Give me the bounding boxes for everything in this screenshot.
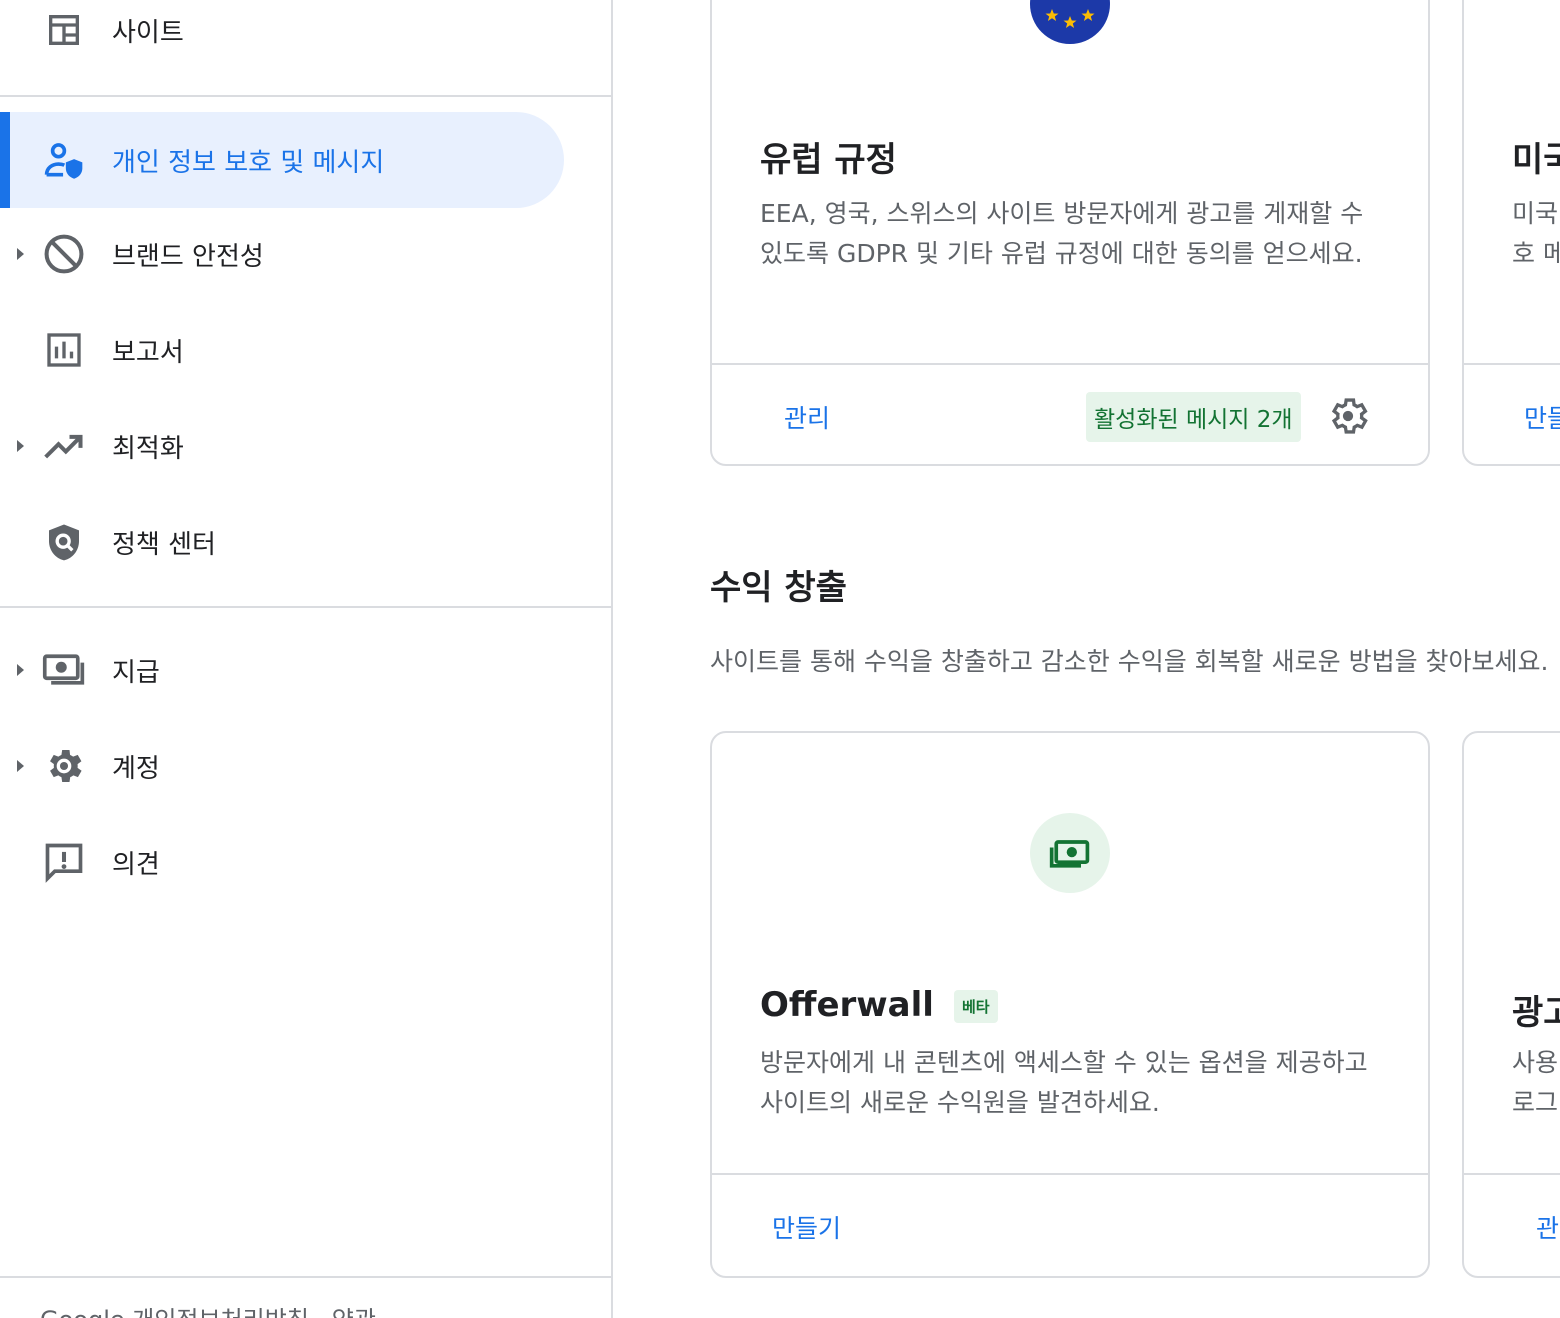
gear-icon <box>1331 398 1368 434</box>
divider <box>0 1276 611 1278</box>
sidebar-item-label: 개인 정보 보호 및 메시지 <box>112 147 385 178</box>
sidebar-item-label: 브랜드 안전성 <box>112 241 264 272</box>
block-icon <box>40 230 88 278</box>
sidebar-item-label: 사이트 <box>112 17 184 48</box>
sidebar-item-label: 의견 <box>112 849 160 880</box>
trending-up-icon <box>40 422 88 470</box>
card-title: 광고 <box>1512 993 1560 1033</box>
sites-icon <box>40 6 88 54</box>
sidebar-item-reports[interactable]: 보고서 <box>0 302 611 398</box>
offerwall-card: Offerwall 베타 방문자에게 내 콘텐츠에 액세스할 수 있는 옵션을 제… <box>710 731 1430 1278</box>
sidebar-item-label: 최적화 <box>112 433 184 464</box>
card-title: Offerwall 베타 <box>760 985 998 1025</box>
eu-flag-icon <box>1030 0 1110 44</box>
sidebar-item-account[interactable]: 계정 <box>0 718 611 814</box>
policy-shield-icon <box>40 518 88 566</box>
description-line: 사용 <box>1512 1048 1559 1077</box>
card-description: 미국호 메 <box>1512 194 1560 274</box>
card-description: EEA, 영국, 스위스의 사이트 방문자에게 광고를 게재할 수 있도록 GD… <box>760 199 1364 268</box>
gear-icon <box>40 742 88 790</box>
section-title: 수익 창출 <box>710 568 847 608</box>
expand-caret-icon[interactable] <box>17 248 24 260</box>
card-description: 방문자에게 내 콘텐츠에 액세스할 수 있는 옵션을 제공하고 사이트의 새로운… <box>760 1048 1368 1117</box>
divider <box>0 95 611 97</box>
card-footer: 관리 활성화된 메시지 2개 <box>712 363 1428 464</box>
sidebar: 사이트 개인 정보 보호 및 메시지 브랜드 안전성 보고서 최적화 정책 센터… <box>0 0 613 1318</box>
sidebar-item-sites[interactable]: 사이트 <box>0 0 611 78</box>
sidebar-item-label: 보고서 <box>112 337 184 368</box>
eu-regulations-card: 유럽 규정 EEA, 영국, 스위스의 사이트 방문자에게 광고를 게재할 수 … <box>710 0 1430 466</box>
card-footer: 만들 <box>1464 363 1560 464</box>
sidebar-item-optimization[interactable]: 최적화 <box>0 398 611 494</box>
card-description: 사용로그 <box>1512 1043 1560 1123</box>
description-line: 로그 <box>1512 1088 1559 1117</box>
sidebar-item-feedback[interactable]: 의견 <box>0 814 611 910</box>
privacy-icon <box>40 136 88 184</box>
settings-gear-button[interactable] <box>1324 392 1372 440</box>
sidebar-item-label: 지급 <box>112 657 160 688</box>
sidebar-item-payments[interactable]: 지급 <box>0 622 611 718</box>
expand-caret-icon[interactable] <box>17 760 24 772</box>
create-button[interactable]: 만들기 <box>772 1209 841 1245</box>
ad-card: 광고 사용로그 관 <box>1462 731 1560 1278</box>
card-title: 유럽 규정 <box>760 140 897 180</box>
reports-icon <box>40 326 88 374</box>
description-line: 미국 <box>1512 199 1559 228</box>
card-title: 미국 <box>1512 140 1560 180</box>
expand-caret-icon[interactable] <box>17 664 24 676</box>
create-link[interactable]: 만들 <box>1524 399 1560 435</box>
us-regulations-card: 미국 미국호 메 만들 <box>1462 0 1560 466</box>
sidebar-item-policy-center[interactable]: 정책 센터 <box>0 494 611 590</box>
card-footer: 만들기 <box>712 1173 1428 1276</box>
manage-link[interactable]: 관 <box>1536 1209 1559 1245</box>
sidebar-item-label: 정책 센터 <box>112 529 216 560</box>
manage-link[interactable]: 관리 <box>784 399 830 435</box>
feedback-icon <box>40 838 88 886</box>
beta-badge: 베타 <box>953 990 998 1023</box>
offerwall-money-icon <box>1030 813 1110 893</box>
expand-caret-icon[interactable] <box>17 440 24 452</box>
sidebar-item-label: 계정 <box>112 753 160 784</box>
main-content: 유럽 규정 EEA, 영국, 스위스의 사이트 방문자에게 광고를 게재할 수 … <box>615 0 1560 1318</box>
card-footer: 관 <box>1464 1173 1560 1276</box>
payments-icon <box>40 646 88 694</box>
section-description: 사이트를 통해 수익을 창출하고 감소한 수익을 회복할 새로운 방법을 찾아보… <box>710 647 1549 676</box>
sidebar-item-brand-safety[interactable]: 브랜드 안전성 <box>0 206 611 302</box>
offerwall-title: Offerwall <box>760 985 934 1025</box>
description-line: 호 메 <box>1512 239 1560 268</box>
sidebar-item-privacy-messaging[interactable]: 개인 정보 보호 및 메시지 <box>0 112 564 208</box>
footer-links[interactable]: Google 개인정보처리방침 · 약관 <box>40 1300 376 1318</box>
status-badge: 활성화된 메시지 2개 <box>1086 392 1301 442</box>
divider <box>0 606 611 608</box>
